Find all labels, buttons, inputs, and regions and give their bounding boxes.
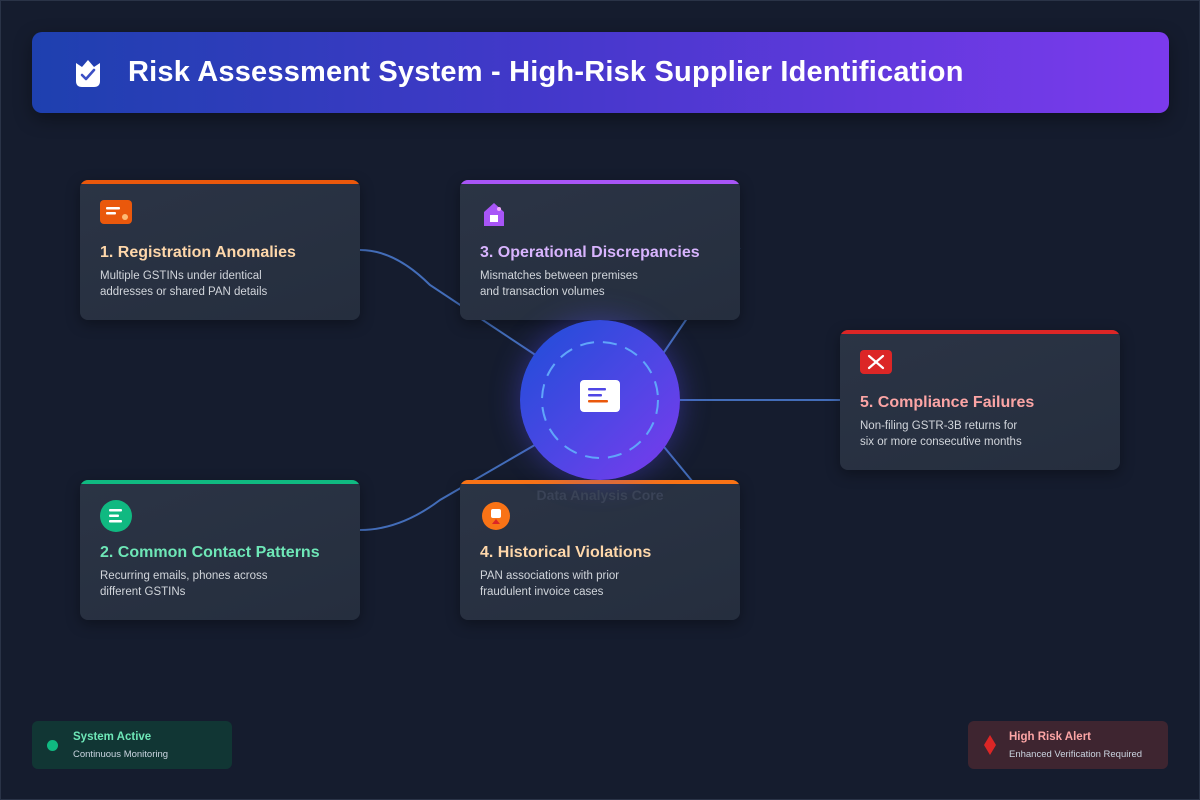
card-title: 3. Operational Discrepancies [480, 244, 700, 261]
card-title: 4. Historical Violations [480, 544, 652, 561]
risk-card-common-contact-patterns: 2. Common Contact Patterns Recurring ema… [80, 480, 360, 620]
alert-text: High Risk Alert Enhanced Verification Re… [1009, 731, 1142, 760]
card-description: Mismatches between premises and transact… [480, 270, 638, 298]
risk-card-operational-discrepancies: 3. Operational Discrepancies Mismatches … [460, 180, 740, 320]
x-mark-icon [860, 350, 892, 376]
card-accent-bar [80, 480, 360, 484]
status-title: System Active [73, 730, 152, 743]
core-label: Data Analysis Core [536, 487, 664, 503]
card-accent-bar [840, 330, 1120, 334]
card-accent-bar [460, 180, 740, 184]
card-accent-bar [460, 480, 740, 484]
alert-title: High Risk Alert [1009, 730, 1092, 743]
risk-card-registration-anomalies: 1. Registration Anomalies Multiple GSTIN… [80, 180, 360, 320]
id-card-icon [100, 200, 132, 226]
alert-subtitle: Enhanced Verification Required [1009, 748, 1143, 760]
status-dot-icon [47, 739, 58, 751]
card-title: 1. Registration Anomalies [100, 244, 296, 261]
card-description: PAN associations with prior fraudulent i… [480, 570, 620, 598]
diamond-alert-icon [979, 734, 1001, 756]
badge-icon [480, 500, 512, 530]
high-risk-alert: High Risk Alert Enhanced Verification Re… [968, 721, 1168, 769]
document-icon [580, 380, 620, 412]
card-description: Recurring emails, phones across differen… [100, 570, 268, 598]
status-text: System Active Continuous Monitoring [73, 731, 168, 760]
card-description: Non-filing GSTR-3B returns for six or mo… [860, 420, 1022, 448]
data-analysis-core [520, 320, 680, 480]
card-title: 2. Common Contact Patterns [100, 544, 320, 561]
list-icon [100, 500, 132, 532]
card-accent-bar [80, 180, 360, 184]
card-description: Multiple GSTINs under identical addresse… [100, 270, 268, 298]
status-subtitle: Continuous Monitoring [73, 748, 169, 760]
risk-card-compliance-failures: 5. Compliance Failures Non-filing GSTR-3… [840, 330, 1120, 470]
building-icon [480, 200, 512, 226]
system-active-status: System Active Continuous Monitoring [32, 721, 232, 769]
card-title: 5. Compliance Failures [860, 394, 1035, 411]
